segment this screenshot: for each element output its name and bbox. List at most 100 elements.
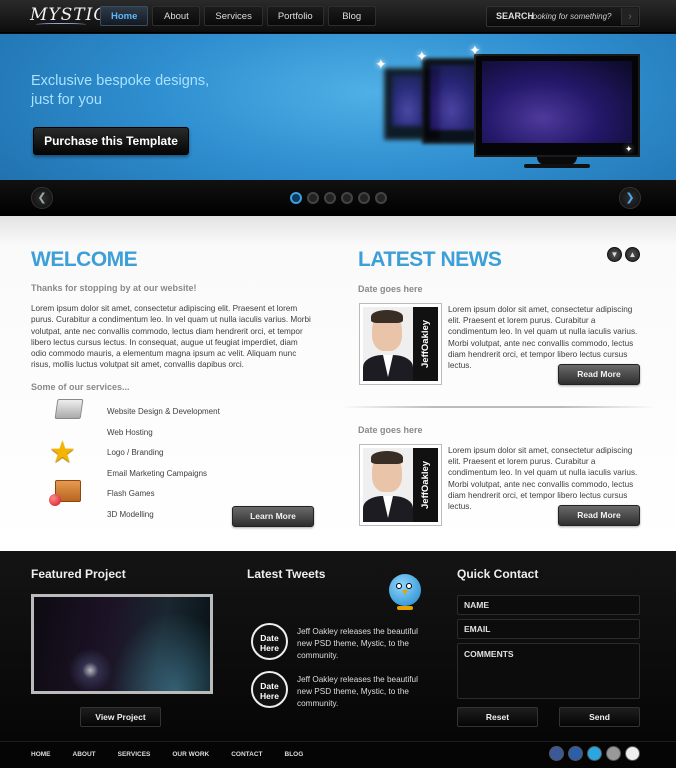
- slider-dot-6[interactable]: [375, 192, 387, 204]
- site-logo[interactable]: MYSTIC: [30, 5, 107, 29]
- delicious-icon[interactable]: [606, 746, 621, 761]
- news-item: Date goes here JeffOakley Lorem ipsum do…: [358, 425, 642, 545]
- featured-project-title: Featured Project: [31, 567, 126, 581]
- main-content: WELCOME Thanks for stopping by at our we…: [0, 216, 676, 551]
- service-item[interactable]: ★ Logo / Branding: [45, 438, 245, 468]
- slider-dot-1[interactable]: [290, 192, 302, 204]
- news-item: Date goes here JeffOakley Lorem ipsum do…: [358, 284, 642, 404]
- purchase-template-button[interactable]: Purchase this Template: [33, 127, 189, 155]
- tweet-date-line2: Here: [260, 643, 279, 653]
- author-photo[interactable]: JeffOakley: [359, 444, 442, 526]
- news-date: Date goes here: [358, 425, 423, 435]
- nav-blog[interactable]: Blog: [327, 6, 376, 26]
- hero-tagline: Exclusive bespoke designs, just for you: [31, 72, 251, 110]
- facebook-icon[interactable]: [549, 746, 564, 761]
- news-down-arrow-icon[interactable]: ▼: [607, 247, 622, 262]
- footer-nav-about[interactable]: ABOUT: [73, 751, 96, 758]
- footer-nav-home[interactable]: HOME: [31, 751, 51, 758]
- services-subtitle: Some of our services...: [31, 382, 130, 392]
- tweet-date-line1: Date: [260, 633, 279, 643]
- folder-icon: [49, 398, 84, 426]
- search-box: SEARCH ›: [486, 6, 640, 27]
- social-links: [549, 746, 640, 761]
- sparkle-icon: ✦: [375, 56, 387, 72]
- logo-swoosh: [36, 23, 86, 26]
- read-more-button[interactable]: Read More: [558, 364, 640, 385]
- slider-dot-4[interactable]: [341, 192, 353, 204]
- footer-nav-services[interactable]: SERVICES: [118, 751, 151, 758]
- nav-about[interactable]: About: [152, 6, 201, 26]
- twitter-bird-icon: [387, 571, 422, 613]
- news-divider: [340, 406, 656, 408]
- view-project-button[interactable]: View Project: [80, 707, 161, 727]
- welcome-text: Lorem ipsum dolor sit amet, consectetur …: [31, 304, 311, 370]
- service-label: 3D Modelling: [107, 510, 154, 519]
- service-label: Flash Games: [107, 489, 155, 498]
- welcome-title: WELCOME: [31, 248, 138, 271]
- slider-dot-2[interactable]: [307, 192, 319, 204]
- search-input[interactable]: [531, 9, 617, 24]
- service-label: Email Marketing Campaigns: [107, 469, 208, 478]
- email-field[interactable]: [457, 619, 640, 639]
- send-button[interactable]: Send: [559, 707, 640, 727]
- tweet-text: Jeff Oakley releases the beautiful new P…: [297, 675, 418, 708]
- sparkle-icon: ✦: [416, 48, 428, 64]
- slider-dot-3[interactable]: [324, 192, 336, 204]
- service-item[interactable]: Website Design & Development: [45, 399, 245, 422]
- news-up-arrow-icon[interactable]: ▲: [625, 247, 640, 262]
- quick-contact-title: Quick Contact: [457, 567, 539, 581]
- nav-portfolio[interactable]: Portfolio: [266, 6, 324, 26]
- slider-dots: [290, 192, 387, 204]
- news-text: Lorem ipsum dolor sit amet, consectetur …: [448, 305, 638, 371]
- comments-field[interactable]: [457, 643, 640, 699]
- name-field[interactable]: [457, 595, 640, 615]
- tweet-item: Date Here Jeff Oakley releases the beaut…: [251, 671, 426, 711]
- nav-services[interactable]: Services: [204, 6, 263, 26]
- footer: Featured Project View Project Latest Twe…: [0, 551, 676, 741]
- service-item[interactable]: 3D Modelling: [45, 505, 245, 525]
- author-badge: JeffOakley: [413, 307, 438, 381]
- package-icon: [49, 480, 81, 508]
- service-label: Website Design & Development: [107, 407, 220, 416]
- bottom-bar: HOME ABOUT SERVICES OUR WORK CONTACT BLO…: [0, 741, 676, 768]
- sparkle-icon: ✦: [625, 144, 633, 154]
- tweet-date-badge: Date Here: [251, 671, 288, 708]
- top-bar: MYSTIC Home About Services Portfolio Blo…: [0, 0, 676, 33]
- slider-prev-arrow-icon[interactable]: ❮: [31, 187, 53, 209]
- tweet-date-line2: Here: [260, 691, 279, 701]
- tweet-item: Date Here Jeff Oakley releases the beaut…: [251, 623, 426, 663]
- main-nav: Home About Services Portfolio Blog: [100, 6, 376, 26]
- reset-button[interactable]: Reset: [457, 707, 538, 727]
- twitter-icon[interactable]: [587, 746, 602, 761]
- news-text: Lorem ipsum dolor sit amet, consectetur …: [448, 446, 638, 512]
- slider-dot-5[interactable]: [358, 192, 370, 204]
- service-label: Web Hosting: [107, 428, 153, 437]
- welcome-subtitle: Thanks for stopping by at our website!: [31, 283, 197, 293]
- footer-nav-our-work[interactable]: OUR WORK: [172, 751, 209, 758]
- footer-nav-contact[interactable]: CONTACT: [231, 751, 262, 758]
- service-label: Logo / Branding: [107, 448, 164, 457]
- slider-next-arrow-icon[interactable]: ❯: [619, 187, 641, 209]
- hero-banner: Exclusive bespoke designs, just for you …: [0, 34, 676, 180]
- slider-controls: ❮ ❯: [0, 180, 676, 216]
- digg-icon[interactable]: [568, 746, 583, 761]
- latest-news-title: LATEST NEWS: [358, 248, 502, 271]
- monitor-stand-base: [524, 164, 590, 168]
- learn-more-button[interactable]: Learn More: [232, 506, 314, 527]
- nav-home[interactable]: Home: [100, 6, 149, 26]
- star-icon: ★: [49, 436, 76, 469]
- hero-tagline-line1: Exclusive bespoke designs,: [31, 73, 210, 89]
- featured-project-image[interactable]: [31, 594, 213, 694]
- news-date: Date goes here: [358, 284, 423, 294]
- sparkle-icon: ✦: [469, 42, 481, 58]
- flickr-icon[interactable]: [625, 746, 640, 761]
- service-item[interactable]: Flash Games: [45, 480, 245, 506]
- read-more-button[interactable]: Read More: [558, 505, 640, 526]
- footer-nav: HOME ABOUT SERVICES OUR WORK CONTACT BLO…: [31, 751, 325, 758]
- hero-tagline-line2: just for you: [31, 92, 102, 108]
- footer-nav-blog[interactable]: BLOG: [285, 751, 304, 758]
- logo-text: MYSTIC: [30, 5, 108, 25]
- author-photo[interactable]: JeffOakley: [359, 303, 442, 385]
- search-label: SEARCH: [496, 11, 535, 21]
- search-go-icon[interactable]: ›: [621, 8, 638, 25]
